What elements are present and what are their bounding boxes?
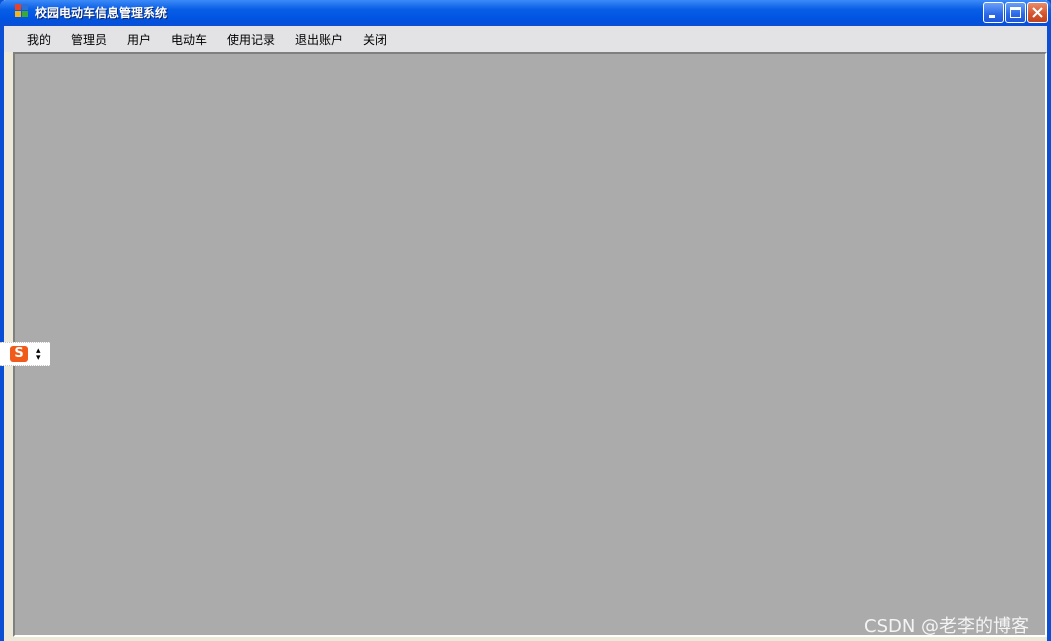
watermark: CSDN @老李的博客 <box>864 616 1030 637</box>
app-window: 校园电动车信息管理系统 我的 管理员 用户 电动车 使用记录 退出账户 关闭 <box>0 0 1051 641</box>
menu-item-admin[interactable]: 管理员 <box>71 31 107 48</box>
menu-item-ebike[interactable]: 电动车 <box>171 31 207 48</box>
menu-item-usage-records[interactable]: 使用记录 <box>227 31 275 48</box>
maximize-icon <box>1010 7 1021 18</box>
ime-toolbar[interactable]: S ▴ ▾ <box>0 342 50 366</box>
sogou-ime-icon: S <box>10 346 28 362</box>
minimize-button[interactable] <box>983 2 1004 23</box>
menu-item-user[interactable]: 用户 <box>127 31 151 48</box>
close-icon <box>1032 7 1043 18</box>
menu-bar: 我的 管理员 用户 电动车 使用记录 退出账户 关闭 <box>4 26 1047 52</box>
window-title: 校园电动车信息管理系统 <box>35 6 168 20</box>
chevron-updown-icon[interactable]: ▴ ▾ <box>36 347 41 363</box>
title-bar[interactable]: 校园电动车信息管理系统 <box>0 0 1051 26</box>
close-button[interactable] <box>1027 2 1048 23</box>
mdi-client-area <box>13 52 1047 637</box>
menu-item-close[interactable]: 关闭 <box>363 31 387 48</box>
minimize-icon <box>989 15 995 18</box>
app-icon <box>15 4 29 18</box>
menu-item-mine[interactable]: 我的 <box>27 31 51 48</box>
menu-item-logout[interactable]: 退出账户 <box>295 31 343 48</box>
maximize-button[interactable] <box>1005 2 1026 23</box>
